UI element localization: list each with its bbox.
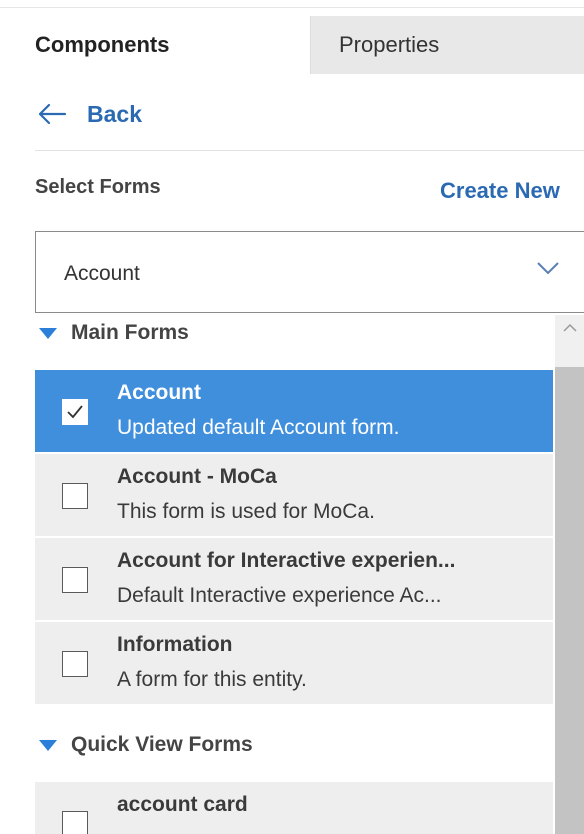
form-description: Updated default Account form. bbox=[117, 416, 400, 439]
divider bbox=[35, 150, 584, 151]
checkbox[interactable] bbox=[62, 567, 88, 593]
chevron-down-icon bbox=[537, 262, 559, 275]
chevron-up-icon[interactable] bbox=[563, 323, 577, 333]
checkbox[interactable] bbox=[62, 651, 88, 677]
caret-down-icon bbox=[39, 739, 57, 751]
entity-select-value: Account bbox=[64, 262, 140, 285]
checkbox[interactable] bbox=[62, 483, 88, 509]
entity-select[interactable]: Account bbox=[35, 231, 584, 313]
panel-tabs: Components Properties bbox=[0, 16, 584, 74]
form-description: Default Interactive experience Ac... bbox=[117, 584, 442, 607]
scrollbar-thumb[interactable] bbox=[555, 367, 584, 834]
form-title: Account for Interactive experien... bbox=[117, 549, 456, 572]
tab-properties[interactable]: Properties bbox=[310, 16, 584, 74]
form-title: Account bbox=[117, 381, 201, 404]
form-title: Account - MoCa bbox=[117, 465, 277, 488]
caret-down-icon bbox=[39, 327, 57, 339]
group-quick-view-forms[interactable]: Quick View Forms bbox=[35, 727, 253, 763]
tab-components[interactable]: Components bbox=[0, 16, 310, 74]
arrow-left-icon bbox=[38, 103, 67, 125]
checkbox[interactable] bbox=[62, 399, 88, 425]
create-new-link[interactable]: Create New bbox=[440, 178, 560, 204]
form-title: account card bbox=[117, 793, 248, 816]
list-scrollbar[interactable] bbox=[555, 315, 584, 834]
list-item[interactable]: Information A form for this entity. bbox=[35, 622, 553, 704]
group-quick-view-forms-label: Quick View Forms bbox=[71, 733, 253, 756]
list-item[interactable]: Account Updated default Account form. bbox=[35, 370, 553, 452]
checkmark-icon bbox=[67, 405, 83, 419]
forms-list: Main Forms Account Updated default Accou… bbox=[35, 315, 555, 834]
back-label: Back bbox=[87, 100, 142, 127]
checkbox[interactable] bbox=[62, 811, 88, 834]
list-item[interactable]: account card bbox=[35, 782, 553, 834]
group-main-forms[interactable]: Main Forms bbox=[35, 315, 189, 351]
back-button[interactable]: Back bbox=[37, 96, 142, 132]
group-main-forms-label: Main Forms bbox=[71, 321, 189, 344]
list-item[interactable]: Account for Interactive experien... Defa… bbox=[35, 538, 553, 620]
top-border bbox=[0, 0, 584, 8]
form-description: A form for this entity. bbox=[117, 668, 307, 691]
select-forms-label: Select Forms bbox=[35, 176, 161, 198]
form-description: This form is used for MoCa. bbox=[117, 500, 375, 523]
list-item[interactable]: Account - MoCa This form is used for MoC… bbox=[35, 454, 553, 536]
form-title: Information bbox=[117, 633, 233, 656]
